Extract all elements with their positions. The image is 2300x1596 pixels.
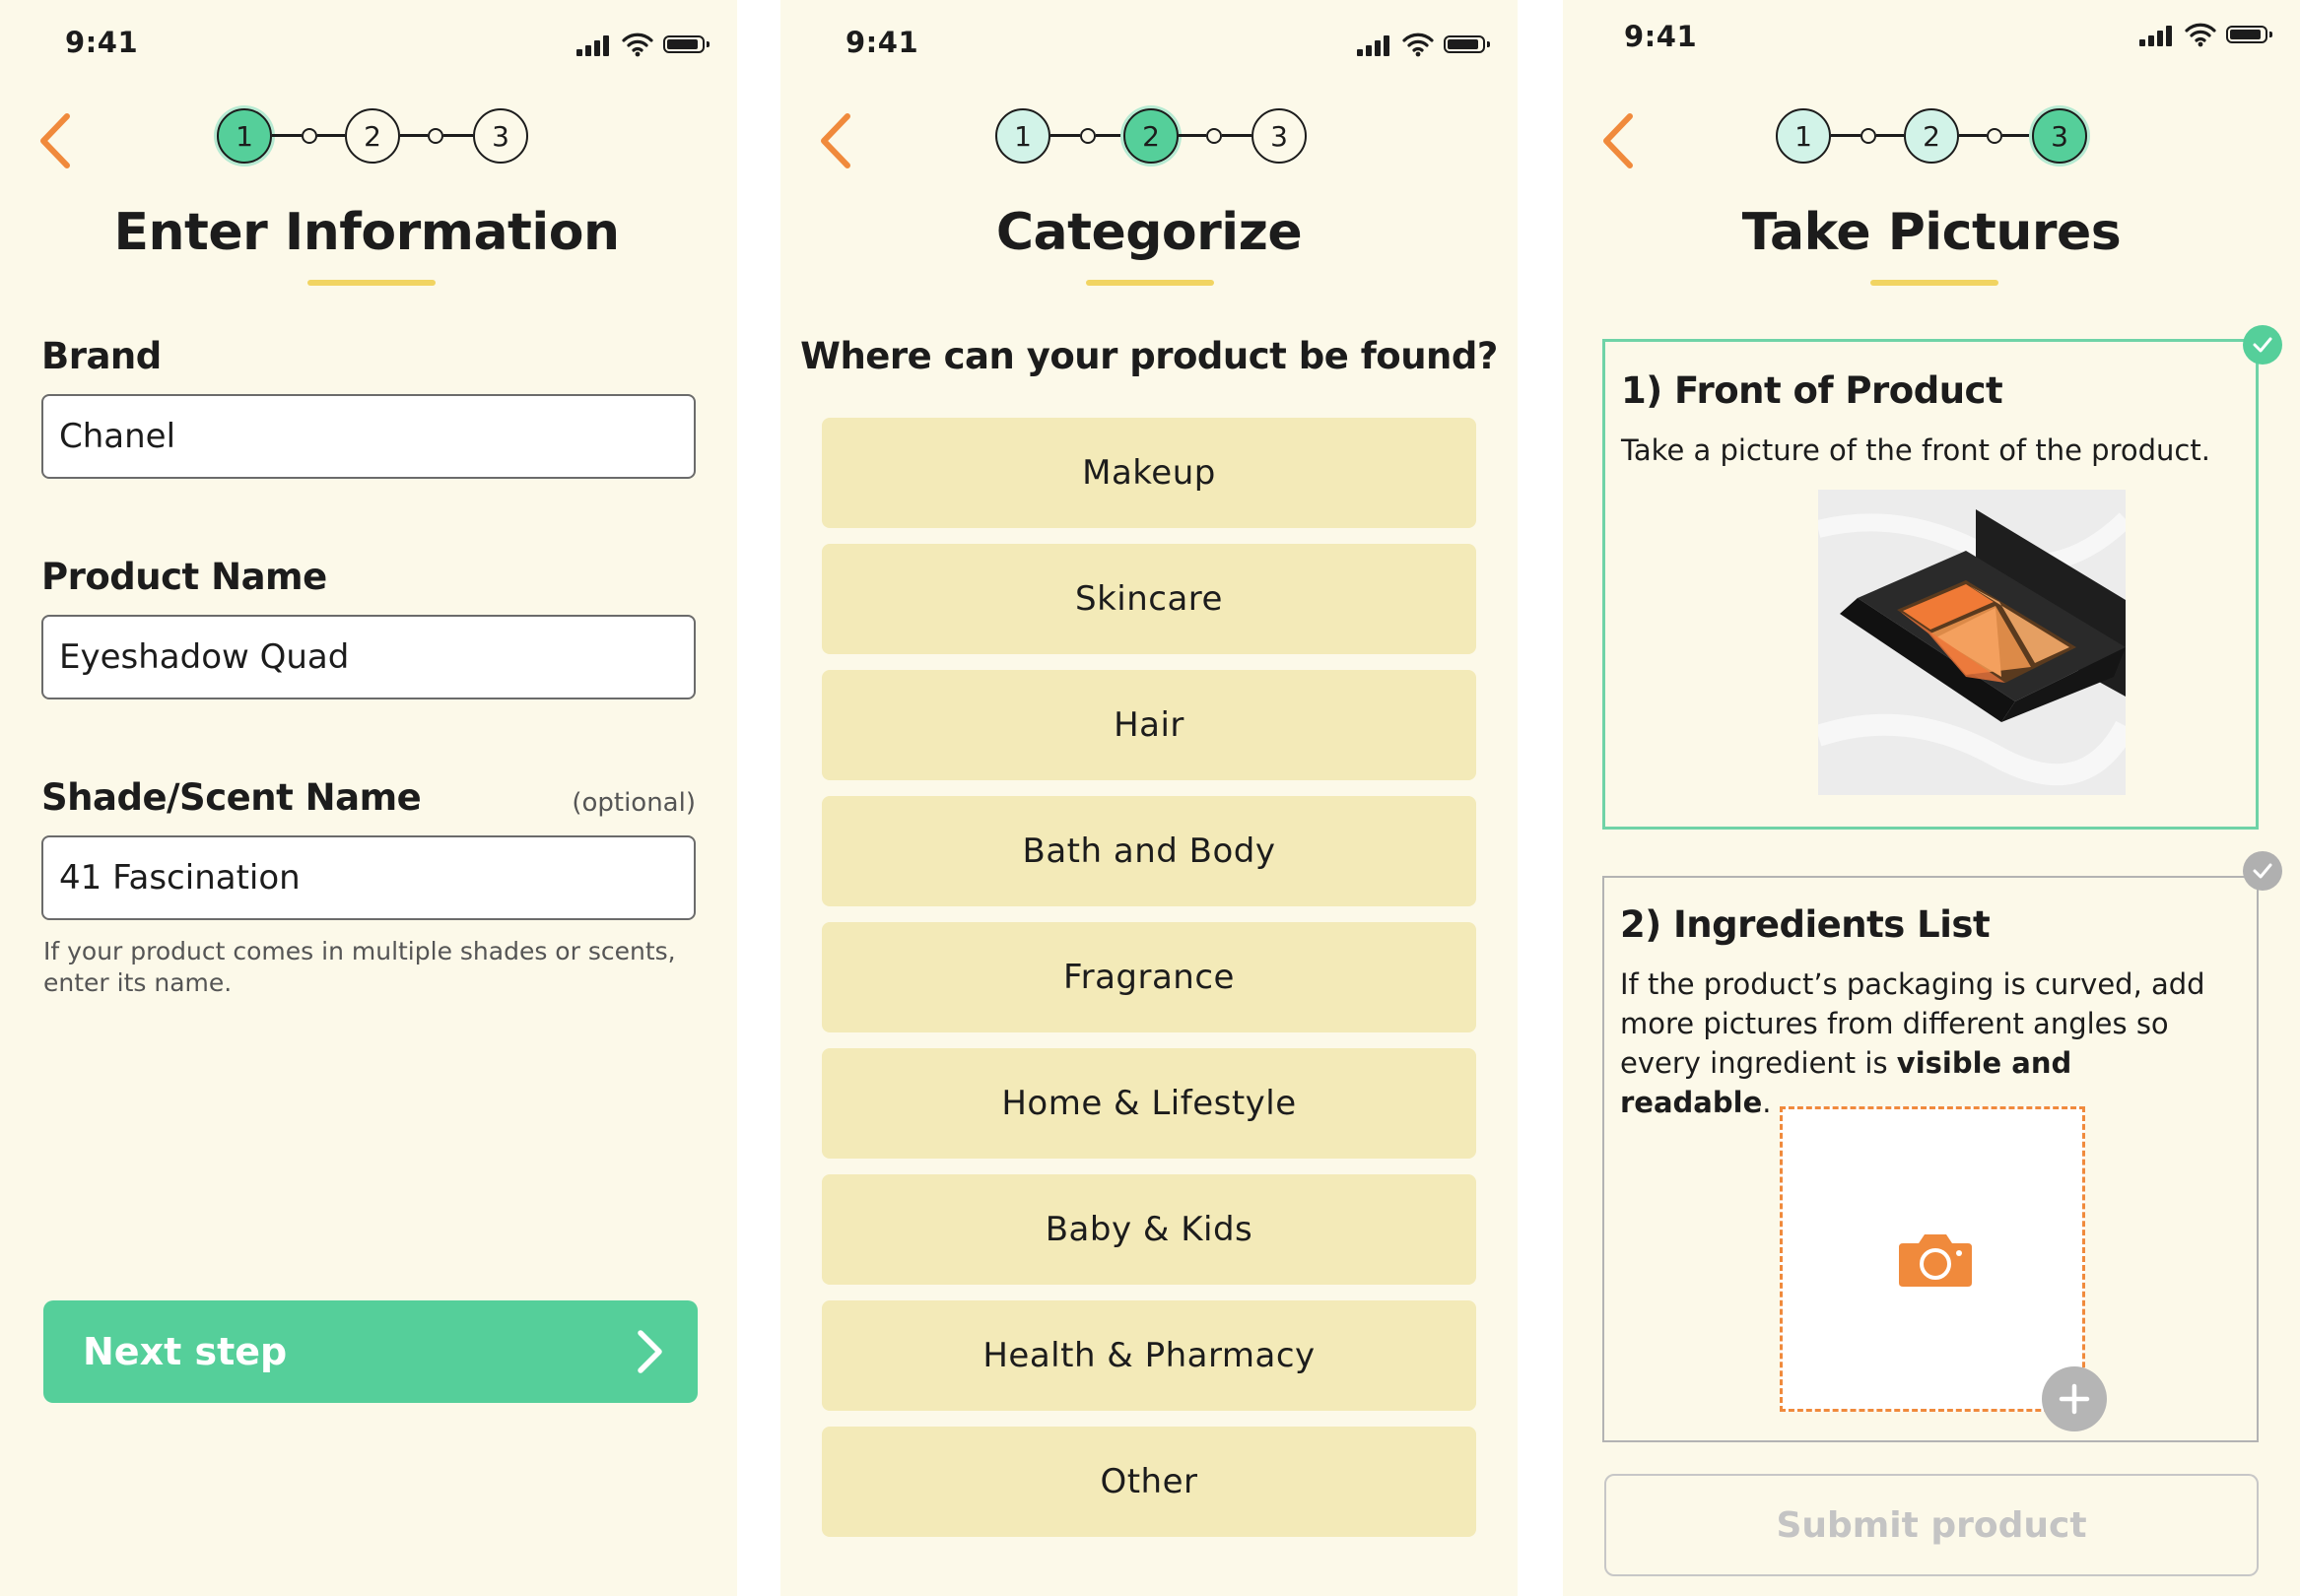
card-description: If the product’s packaging is curved, ad…	[1620, 967, 2205, 1119]
title-underline	[307, 280, 436, 286]
shade-name-label: Shade/Scent Name	[41, 776, 422, 819]
step-connector-dot	[1987, 128, 2002, 144]
shade-hint: If your product comes in multiple shades…	[43, 937, 676, 997]
card-title: 2) Ingredients List	[1620, 903, 1991, 946]
next-step-button[interactable]: Next step	[43, 1300, 698, 1403]
status-bar: 9:41	[780, 26, 1518, 65]
status-icons	[576, 32, 712, 59]
category-other[interactable]: Other	[822, 1427, 1476, 1537]
screen-categorize: 9:41 1 2 3 Categorize Where can your pro…	[780, 0, 1518, 1596]
step-1: 1	[995, 108, 1050, 164]
check-icon	[2243, 325, 2282, 365]
step-3: 3	[1251, 108, 1307, 164]
category-fragrance[interactable]: Fragrance	[822, 922, 1476, 1032]
shade-name-field[interactable]: 41 Fascination	[41, 835, 696, 920]
step-2: 2	[1123, 108, 1179, 164]
step-connector-dot	[428, 128, 443, 144]
category-baby-kids[interactable]: Baby & Kids	[822, 1174, 1476, 1285]
battery-icon	[663, 35, 710, 53]
step-3: 3	[2032, 108, 2087, 164]
status-bar: 9:41	[0, 26, 737, 65]
progress-stepper: 1 2 3	[780, 108, 1518, 173]
signal-icon	[2139, 25, 2175, 46]
signal-icon	[576, 34, 612, 56]
title-underline	[1086, 280, 1214, 286]
status-icons	[2139, 22, 2275, 49]
status-time: 9:41	[846, 26, 919, 59]
step-1: 1	[217, 108, 272, 164]
progress-stepper: 1 2 3	[0, 108, 737, 173]
step-1: 1	[1776, 108, 1831, 164]
card-title: 1) Front of Product	[1621, 369, 2003, 412]
category-hair[interactable]: Hair	[822, 670, 1476, 780]
check-icon	[2243, 851, 2282, 891]
category-makeup[interactable]: Makeup	[822, 418, 1476, 528]
optional-label: (optional)	[572, 788, 696, 818]
ingredients-list-card[interactable]: 2) Ingredients List If the product’s pac…	[1602, 876, 2259, 1442]
title-underline	[1870, 280, 1998, 286]
battery-icon	[2226, 26, 2272, 43]
screen-take-pictures: 9:41 1 2 3 Take Pictures 1) Front of Pro…	[1563, 0, 2300, 1596]
wifi-icon	[2185, 23, 2216, 47]
step-connector-dot	[1206, 128, 1222, 144]
product-photo[interactable]	[1818, 490, 2126, 795]
brand-label: Brand	[41, 335, 162, 377]
status-bar: 9:41	[1563, 20, 2300, 65]
category-health-pharmacy[interactable]: Health & Pharmacy	[822, 1300, 1476, 1411]
front-of-product-card[interactable]: 1) Front of Product Take a picture of th…	[1602, 339, 2259, 830]
status-time: 9:41	[1624, 20, 1698, 53]
progress-stepper: 1 2 3	[1563, 108, 2300, 173]
category-bath-and-body[interactable]: Bath and Body	[822, 796, 1476, 906]
step-connector-dot	[1080, 128, 1096, 144]
step-connector-dot	[302, 128, 317, 144]
category-skincare[interactable]: Skincare	[822, 544, 1476, 654]
status-time: 9:41	[65, 26, 139, 59]
next-step-label: Next step	[83, 1330, 288, 1373]
product-name-label: Product Name	[41, 556, 327, 598]
wifi-icon	[622, 33, 653, 57]
status-icons	[1357, 32, 1493, 59]
card-description: Take a picture of the front of the produ…	[1621, 433, 2210, 467]
brand-field[interactable]: Chanel	[41, 394, 696, 479]
step-connector-dot	[1860, 128, 1876, 144]
screen-enter-information: 9:41 1 2 3 Enter Information Brand Chane…	[0, 0, 737, 1596]
page-title: Take Pictures	[1741, 203, 2122, 262]
step-2: 2	[345, 108, 400, 164]
wifi-icon	[1402, 33, 1434, 57]
plus-icon	[2059, 1383, 2090, 1415]
photo-upload-area[interactable]	[1780, 1106, 2085, 1412]
add-photo-button[interactable]	[2042, 1366, 2107, 1431]
camera-icon	[1899, 1234, 1972, 1287]
product-name-field[interactable]: Eyeshadow Quad	[41, 615, 696, 699]
category-home-lifestyle[interactable]: Home & Lifestyle	[822, 1048, 1476, 1159]
chevron-right-icon	[638, 1330, 662, 1373]
page-title: Enter Information	[113, 203, 620, 262]
step-2: 2	[1904, 108, 1959, 164]
step-3: 3	[473, 108, 528, 164]
submit-product-button[interactable]: Submit product	[1604, 1474, 2259, 1576]
page-title: Categorize	[995, 203, 1303, 262]
battery-icon	[1444, 35, 1490, 53]
signal-icon	[1357, 34, 1392, 56]
category-question: Where can your product be found?	[800, 335, 1498, 377]
